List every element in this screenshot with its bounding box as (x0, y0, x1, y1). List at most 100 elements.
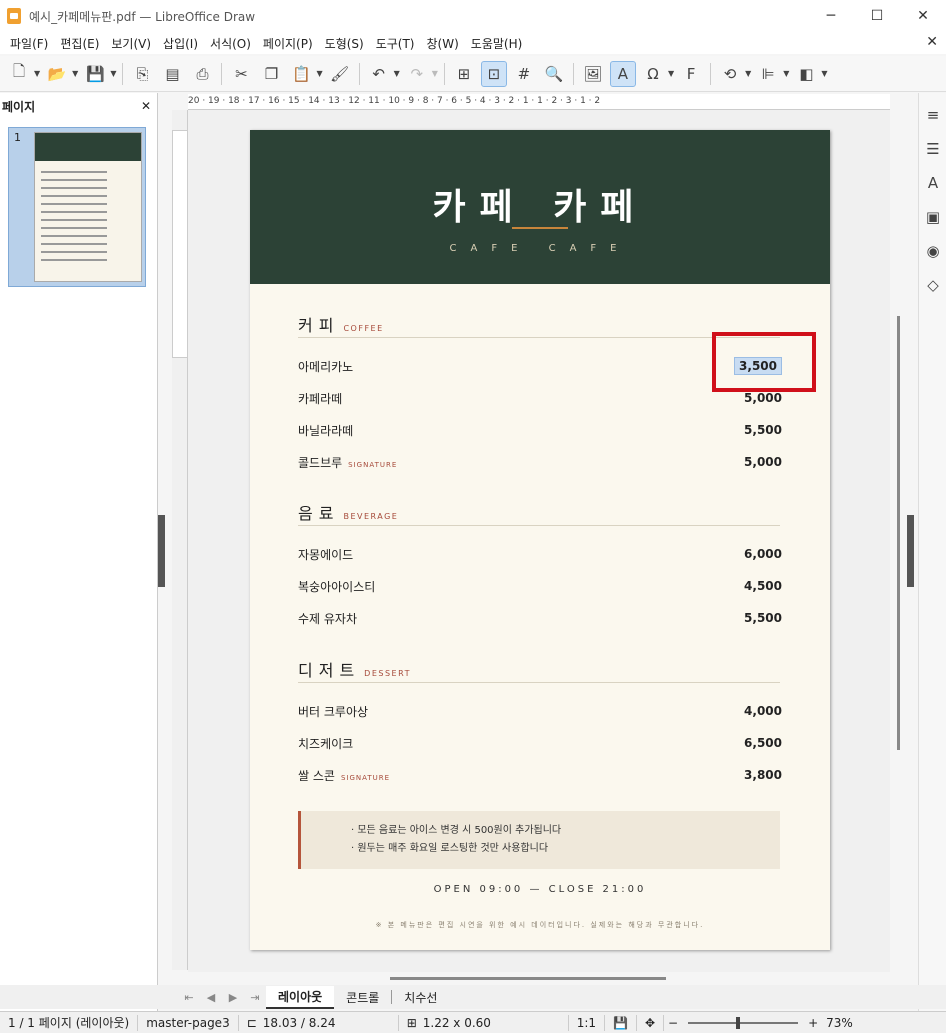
item-name[interactable]: 치즈케이크 (298, 735, 353, 752)
zoom-slider[interactable] (688, 1016, 799, 1029)
horizontal-scrollbar[interactable] (390, 977, 666, 980)
clone-format-icon[interactable]: 🖌 (327, 61, 353, 87)
vertical-ruler[interactable] (172, 110, 188, 970)
new-icon[interactable]: 🗋 (6, 61, 32, 87)
transform-dropdown-icon[interactable]: ▼ (745, 69, 751, 78)
item-name[interactable]: 버터 크루아상 (298, 703, 368, 720)
item-name[interactable]: 쌀 스콘 (298, 769, 335, 783)
section-title-dessert[interactable]: 디저트 DESSERT (298, 657, 411, 681)
section-en-label[interactable]: DESSERT (364, 669, 411, 678)
item-name[interactable]: 카페라떼 (298, 390, 342, 407)
section-name[interactable]: 커피 (298, 316, 339, 335)
menu-format[interactable]: 서식(O) (204, 35, 257, 52)
item-name[interactable]: 콜드브루 (298, 456, 342, 470)
footer-disclaimer[interactable]: ※ 본 메뉴판은 편집 시연을 위한 예시 데이터입니다. 실제와는 해당과 무… (250, 920, 830, 930)
menu-view[interactable]: 보기(V) (105, 35, 157, 52)
menu-item[interactable]: 바닐라라떼 5,500 (298, 420, 782, 440)
gallery-icon[interactable]: ▣ (921, 205, 945, 229)
export-icon[interactable]: ⎘ (129, 61, 155, 87)
zoom-icon[interactable]: 🔍 (541, 61, 567, 87)
redo-dropdown-icon[interactable]: ▼ (432, 69, 438, 78)
item-price[interactable]: 3,800 (744, 768, 782, 782)
maximize-button[interactable]: ☐ (854, 0, 900, 32)
save-icon[interactable]: 💾 (82, 61, 108, 87)
page-thumbnail-selected[interactable] (8, 127, 146, 287)
document-modified-icon[interactable]: 💾 (605, 1014, 637, 1031)
notice-line[interactable]: · 원두는 매주 화요일 로스팅한 것만 사용합니다 (351, 839, 780, 857)
menu-shape[interactable]: 도형(S) (319, 35, 370, 52)
item-price[interactable]: 4,500 (744, 579, 782, 593)
sidebar-menu-icon[interactable]: ≡ (921, 103, 945, 127)
grid-icon[interactable]: ⊞ (451, 61, 477, 87)
vertical-scrollbar[interactable] (897, 316, 900, 750)
first-tab-icon[interactable]: ⇤ (178, 991, 200, 1004)
menu-item[interactable]: 카페라떼 5,000 (298, 388, 782, 408)
menu-item[interactable]: 복숭아아이스티 4,500 (298, 576, 782, 596)
item-price[interactable]: 5,500 (744, 423, 782, 437)
textbox-icon[interactable]: A (609, 60, 636, 87)
horizontal-ruler[interactable]: 20 · 19 · 18 · 17 · 16 · 15 · 14 · 13 · … (188, 94, 890, 110)
open-dropdown-icon[interactable]: ▼ (72, 69, 78, 78)
zoom-slider-knob[interactable] (736, 1016, 741, 1029)
undo-dropdown-icon[interactable]: ▼ (394, 69, 400, 78)
menu-item[interactable]: 콜드브루 SIGNATURE 5,000 (298, 452, 782, 472)
open-icon[interactable]: 📂 (44, 61, 70, 87)
signature-badge[interactable]: SIGNATURE (341, 774, 390, 782)
section-en-label[interactable]: BEVERAGE (343, 512, 398, 521)
save-dropdown-icon[interactable]: ▼ (110, 69, 116, 78)
menu-file[interactable]: 파일(F) (4, 35, 54, 52)
menu-page[interactable]: 페이지(P) (257, 35, 319, 52)
align-icon[interactable]: ⊫ (755, 61, 781, 87)
menu-help[interactable]: 도움말(H) (465, 35, 529, 52)
item-name[interactable]: 바닐라라떼 (298, 422, 353, 439)
item-price[interactable]: 6,500 (744, 736, 782, 750)
properties-icon[interactable]: ☰ (921, 137, 945, 161)
menu-item[interactable]: 버터 크루아상 4,000 (298, 701, 782, 721)
item-name-with-badge[interactable]: 콜드브루 SIGNATURE (298, 454, 397, 471)
drawing-canvas[interactable]: 카페 카페 CAFE CAFE 커피 COFFEE 아메리카노 3,500 카페라… (188, 110, 890, 972)
snap-grid-icon[interactable]: ⊡ (480, 60, 507, 87)
notice-line[interactable]: · 모든 음료는 아이스 변경 시 500원이 추가됩니다 (351, 821, 780, 839)
new-dropdown-icon[interactable]: ▼ (34, 69, 40, 78)
section-title-beverage[interactable]: 음료 BEVERAGE (298, 500, 398, 524)
undo-icon[interactable]: ↶ (366, 61, 392, 87)
zoom-out-button[interactable]: − (664, 1016, 682, 1030)
menu-item[interactable]: 치즈케이크 6,500 (298, 733, 782, 753)
last-tab-icon[interactable]: ⇥ (244, 991, 266, 1004)
item-price[interactable]: 6,000 (744, 547, 782, 561)
copy-icon[interactable]: ❐ (258, 61, 284, 87)
shapes-icon[interactable]: ◇ (921, 273, 945, 297)
paste-dropdown-icon[interactable]: ▼ (316, 69, 322, 78)
prev-tab-icon[interactable]: ◀ (200, 991, 222, 1004)
menu-window[interactable]: 창(W) (421, 35, 465, 52)
item-name-with-badge[interactable]: 쌀 스콘 SIGNATURE (298, 767, 390, 784)
red-highlight-rectangle[interactable] (712, 332, 816, 392)
item-name[interactable]: 복숭아아이스티 (298, 578, 375, 595)
redo-icon[interactable]: ↷ (404, 61, 430, 87)
item-price[interactable]: 5,000 (744, 391, 782, 405)
menu-tools[interactable]: 도구(T) (370, 35, 421, 52)
left-panel-splitter[interactable] (158, 515, 165, 587)
item-price[interactable]: 4,000 (744, 704, 782, 718)
navigator-icon[interactable]: ◉ (921, 239, 945, 263)
page-thumbnail[interactable] (34, 132, 142, 282)
section-title-coffee[interactable]: 커피 COFFEE (298, 312, 384, 336)
item-name[interactable]: 자몽에이드 (298, 546, 353, 563)
special-char-icon[interactable]: Ω (640, 61, 666, 87)
align-dropdown-icon[interactable]: ▼ (783, 69, 789, 78)
menu-header[interactable]: 카페 카페 CAFE CAFE (250, 130, 830, 284)
zoom-percentage[interactable]: 73% (822, 1016, 857, 1030)
transform-icon[interactable]: ⟲ (717, 61, 743, 87)
close-window-button[interactable]: ✕ (900, 0, 946, 32)
zoom-in-button[interactable]: + (804, 1016, 822, 1030)
fontwork-icon[interactable]: F (678, 61, 704, 87)
item-price[interactable]: 5,500 (744, 611, 782, 625)
cut-icon[interactable]: ✂ (228, 61, 254, 87)
business-hours[interactable]: OPEN 09:00 — CLOSE 21:00 (250, 884, 830, 895)
close-document-icon[interactable]: ✕ (926, 34, 938, 50)
tab-layout[interactable]: 레이아웃 (266, 985, 335, 1009)
print-icon[interactable]: ⎙ (189, 61, 215, 87)
image-icon[interactable]: 🖼 (580, 61, 606, 87)
signature-badge[interactable]: SIGNATURE (348, 461, 397, 469)
item-price[interactable]: 5,000 (744, 455, 782, 469)
